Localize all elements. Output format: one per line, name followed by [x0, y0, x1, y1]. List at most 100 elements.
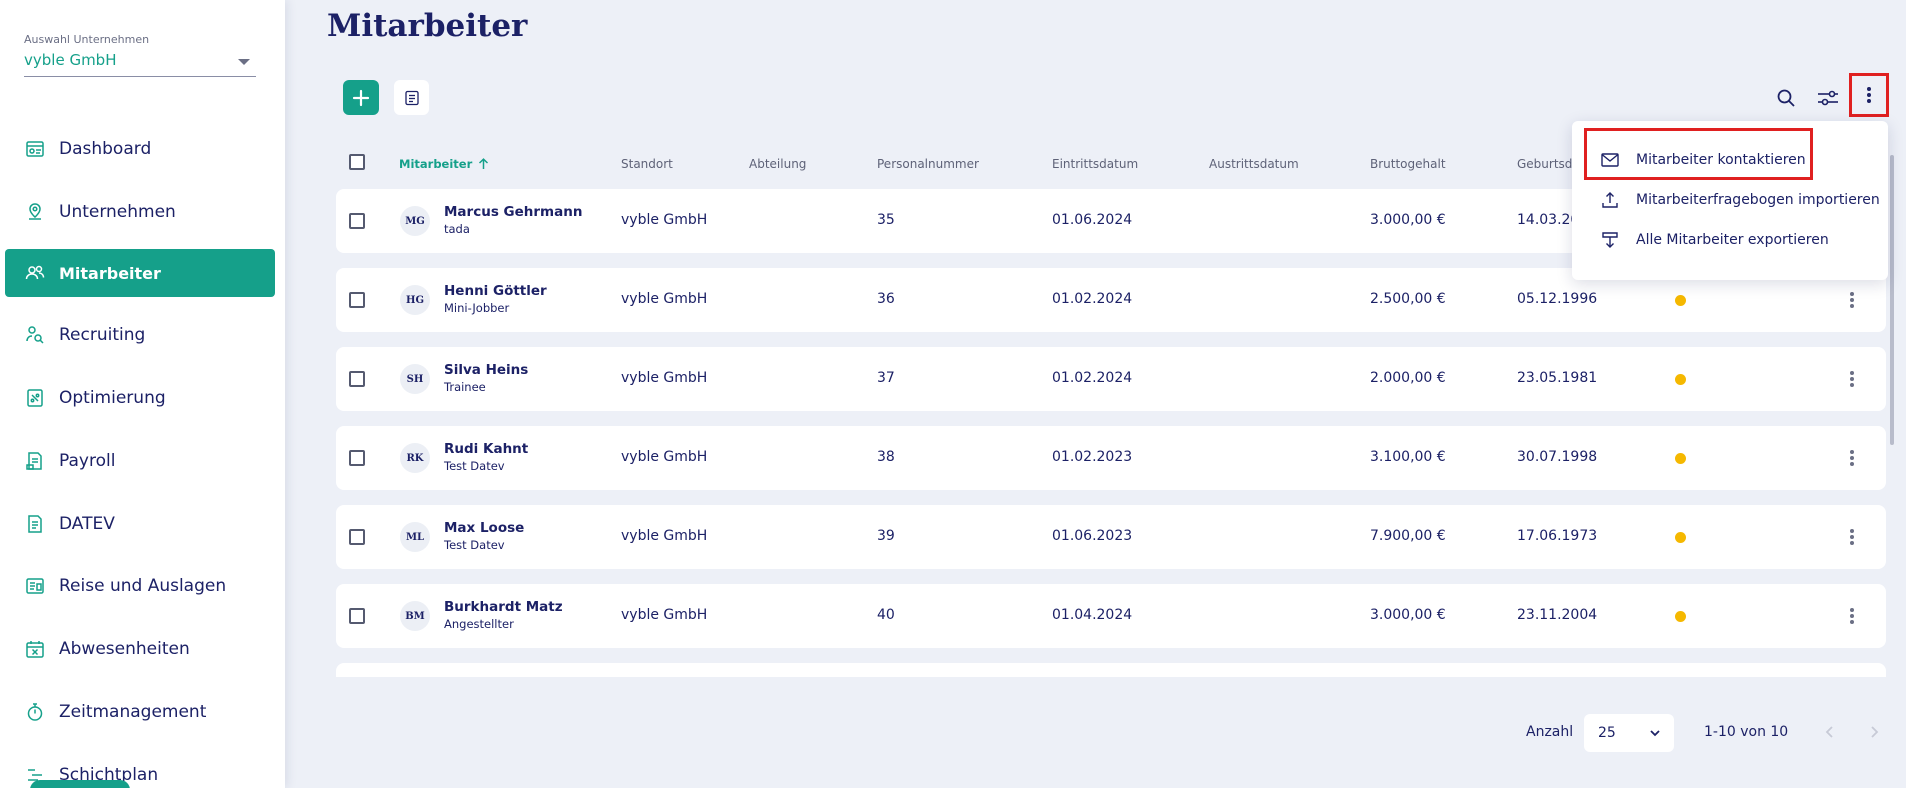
employee-name[interactable]: Max Loose: [444, 520, 524, 536]
table-row[interactable]: SH Silva Heins Trainee vyble GmbH 37 01.…: [336, 347, 1886, 411]
gross-salary-cell: 3.000,00 €: [1370, 212, 1446, 228]
more-options-button[interactable]: [1849, 73, 1889, 117]
optimization-icon: [25, 388, 45, 408]
users-icon: [25, 263, 45, 283]
avatar: SH: [400, 364, 430, 394]
next-page-button[interactable]: [1862, 720, 1886, 744]
column-header-location[interactable]: Standort: [621, 157, 673, 171]
more-vertical-icon: [1850, 450, 1854, 466]
employee-role: Mini-Jobber: [444, 301, 510, 315]
more-vertical-icon: [1867, 87, 1871, 103]
personnel-number-cell: 35: [877, 212, 895, 228]
sidebar-item-label: DATEV: [59, 514, 115, 534]
help-button[interactable]: [30, 780, 130, 788]
avatar: MG: [400, 206, 430, 236]
page-size-value: 25: [1598, 725, 1616, 741]
birth-date-cell: 14.03.20: [1517, 212, 1580, 228]
add-employee-button[interactable]: [343, 80, 379, 115]
sidebar-item-abwesenheiten[interactable]: Abwesenheiten: [5, 625, 275, 673]
avatar: BM: [400, 601, 430, 631]
column-header-gross-salary[interactable]: Bruttogehalt: [1370, 157, 1446, 171]
search-button[interactable]: [1770, 82, 1802, 114]
employee-name[interactable]: Silva Heins: [444, 362, 528, 378]
employee-name[interactable]: Burkhardt Matz: [444, 599, 563, 615]
sidebar-item-recruiting[interactable]: Recruiting: [5, 311, 275, 359]
employee-role: Trainee: [444, 380, 486, 394]
table-scrollbar[interactable]: [1890, 155, 1894, 445]
location-cell: vyble GmbH: [621, 607, 708, 623]
row-checkbox[interactable]: [349, 371, 365, 387]
gross-salary-cell: 3.000,00 €: [1370, 607, 1446, 623]
sidebar: Auswahl Unternehmen vyble GmbH Dashboard…: [0, 0, 285, 788]
row-checkbox[interactable]: [349, 529, 365, 545]
personnel-number-cell: 40: [877, 607, 895, 623]
document-button[interactable]: [394, 80, 429, 115]
entry-date-cell: 01.02.2024: [1052, 291, 1133, 307]
sidebar-item-optimierung[interactable]: Optimierung: [5, 374, 275, 422]
sidebar-item-reise-und-auslagen[interactable]: Reise und Auslagen: [5, 562, 275, 610]
previous-page-button[interactable]: [1818, 720, 1842, 744]
menu-item-label: Alle Mitarbeiter exportieren: [1636, 232, 1829, 248]
select-all-checkbox[interactable]: [349, 154, 365, 170]
table-row[interactable]: ML Max Loose Test Datev vyble GmbH 39 01…: [336, 505, 1886, 569]
menu-item-label: Mitarbeiter kontaktieren: [1636, 152, 1806, 168]
caret-down-icon: [238, 59, 250, 65]
company-select[interactable]: vyble GmbH: [24, 50, 256, 77]
sidebar-item-label: Payroll: [59, 451, 116, 471]
sidebar-item-mitarbeiter[interactable]: Mitarbeiter: [5, 249, 275, 297]
status-dot: [1675, 611, 1686, 622]
pagination-label: Anzahl: [1526, 724, 1574, 740]
row-options-button[interactable]: [1840, 525, 1864, 549]
column-header-label: Mitarbeiter: [399, 157, 473, 171]
column-header-personnel-number[interactable]: Personalnummer: [877, 157, 979, 171]
sidebar-item-label: Reise und Auslagen: [59, 576, 227, 596]
row-checkbox[interactable]: [349, 608, 365, 624]
employee-role: Test Datev: [444, 538, 505, 552]
sidebar-item-payroll[interactable]: Payroll: [5, 437, 275, 485]
row-checkbox[interactable]: [349, 213, 365, 229]
entry-date-cell: 01.02.2023: [1052, 449, 1133, 465]
location-cell: vyble GmbH: [621, 370, 708, 386]
birth-date-cell: 17.06.1973: [1517, 528, 1598, 544]
filter-button[interactable]: [1812, 82, 1844, 114]
page-title: Mitarbeiter: [327, 8, 528, 44]
employee-name[interactable]: Henni Göttler: [444, 283, 547, 299]
table-row[interactable]: [336, 663, 1886, 677]
column-header-birth-date[interactable]: Geburtsda: [1517, 157, 1580, 171]
row-options-button[interactable]: [1840, 604, 1864, 628]
personnel-number-cell: 37: [877, 370, 895, 386]
payroll-icon: [25, 451, 45, 471]
column-header-entry-date[interactable]: Eintrittsdatum: [1052, 157, 1138, 171]
table-row[interactable]: RK Rudi Kahnt Test Datev vyble GmbH 38 0…: [336, 426, 1886, 490]
column-header-exit-date[interactable]: Austrittsdatum: [1209, 157, 1299, 171]
sidebar-item-dashboard[interactable]: Dashboard: [5, 125, 275, 173]
page-size-select[interactable]: 25: [1584, 714, 1674, 752]
entry-date-cell: 01.02.2024: [1052, 370, 1133, 386]
gross-salary-cell: 3.100,00 €: [1370, 449, 1446, 465]
menu-item-contact-employees[interactable]: Mitarbeiter kontaktieren: [1572, 140, 1888, 180]
more-vertical-icon: [1850, 608, 1854, 624]
employee-name[interactable]: Rudi Kahnt: [444, 441, 528, 457]
column-header-department[interactable]: Abteilung: [749, 157, 806, 171]
sidebar-item-zeitmanagement[interactable]: Zeitmanagement: [5, 688, 275, 736]
column-header-employee[interactable]: Mitarbeiter: [399, 157, 489, 171]
row-checkbox[interactable]: [349, 292, 365, 308]
company-select-label: Auswahl Unternehmen: [24, 33, 150, 46]
plus-icon: [352, 89, 370, 106]
dashboard-icon: [25, 139, 45, 159]
personnel-number-cell: 36: [877, 291, 895, 307]
sidebar-item-unternehmen[interactable]: Unternehmen: [5, 188, 275, 236]
employee-name[interactable]: Marcus Gehrmann: [444, 204, 582, 220]
upload-icon: [1600, 190, 1620, 210]
row-options-button[interactable]: [1840, 446, 1864, 470]
menu-item-export-all-employees[interactable]: Alle Mitarbeiter exportieren: [1572, 220, 1888, 260]
row-checkbox[interactable]: [349, 450, 365, 466]
arrow-up-icon: [479, 158, 489, 169]
menu-item-import-questionnaire[interactable]: Mitarbeiterfragebogen importieren: [1572, 180, 1888, 220]
row-options-button[interactable]: [1840, 367, 1864, 391]
row-options-button[interactable]: [1840, 288, 1864, 312]
sidebar-item-label: Mitarbeiter: [59, 263, 161, 283]
sidebar-item-datev[interactable]: DATEV: [5, 500, 275, 548]
table-row[interactable]: BM Burkhardt Matz Angestellter vyble Gmb…: [336, 584, 1886, 648]
more-options-menu: Mitarbeiter kontaktieren Mitarbeiterfrag…: [1572, 121, 1888, 280]
